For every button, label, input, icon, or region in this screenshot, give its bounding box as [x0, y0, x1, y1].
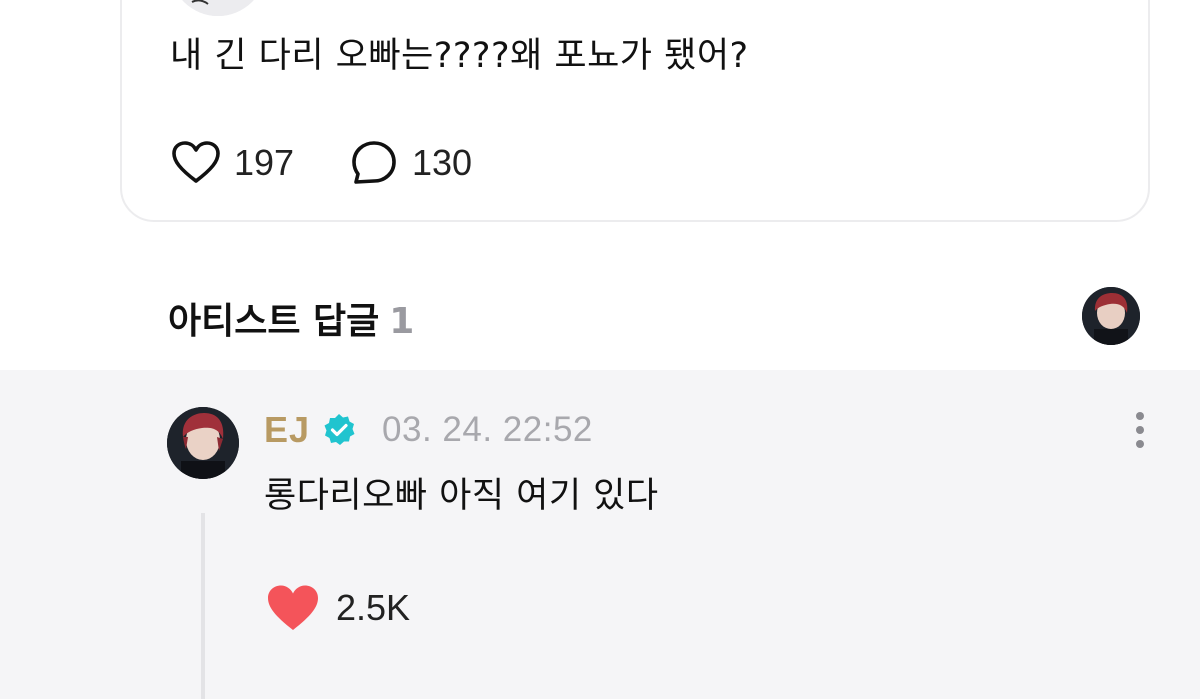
- heart-outline-icon: [172, 141, 220, 183]
- heart-filled-icon: [268, 585, 318, 630]
- reply-timestamp: 03. 24. 22:52: [382, 410, 593, 449]
- verified-badge-icon: [324, 414, 355, 445]
- post-author-avatar[interactable]: [170, 0, 266, 16]
- reply-author-avatar[interactable]: [167, 407, 239, 479]
- artist-replies-count: 1: [389, 301, 415, 342]
- reply-meta: EJ 03. 24. 22:52: [264, 408, 593, 452]
- reply-like-count: 2.5K: [336, 587, 411, 628]
- like-count: 197: [234, 142, 295, 183]
- comment-count: 130: [412, 142, 473, 183]
- artist-replies-header: 아티스트 답글 1: [168, 292, 414, 344]
- artist-reply: EJ 03. 24. 22:52 롱다리오빠 아직 여기 있다 2.5K: [0, 370, 1200, 699]
- reply-author-name[interactable]: EJ: [264, 409, 310, 451]
- more-vertical-icon[interactable]: [1128, 410, 1152, 450]
- artist-replies-title: 아티스트 답글: [168, 301, 380, 342]
- fan-community-post-view: 내 긴 다리 오빠는????왜 포뇨가 됐어? 197 130 아티스트 답글 1: [0, 0, 1200, 699]
- thread-line: [201, 513, 205, 699]
- post-card[interactable]: 내 긴 다리 오빠는????왜 포뇨가 됐어? 197 130: [120, 0, 1150, 222]
- post-text: 내 긴 다리 오빠는????왜 포뇨가 됐어?: [170, 36, 749, 76]
- reply-text: 롱다리오빠 아직 여기 있다: [264, 476, 659, 516]
- reply-like-button[interactable]: 2.5K: [266, 582, 410, 634]
- like-button[interactable]: 197: [172, 138, 294, 188]
- artist-avatar[interactable]: [1082, 287, 1140, 345]
- speech-bubble-icon: [352, 141, 396, 184]
- comment-button[interactable]: 130: [350, 138, 472, 188]
